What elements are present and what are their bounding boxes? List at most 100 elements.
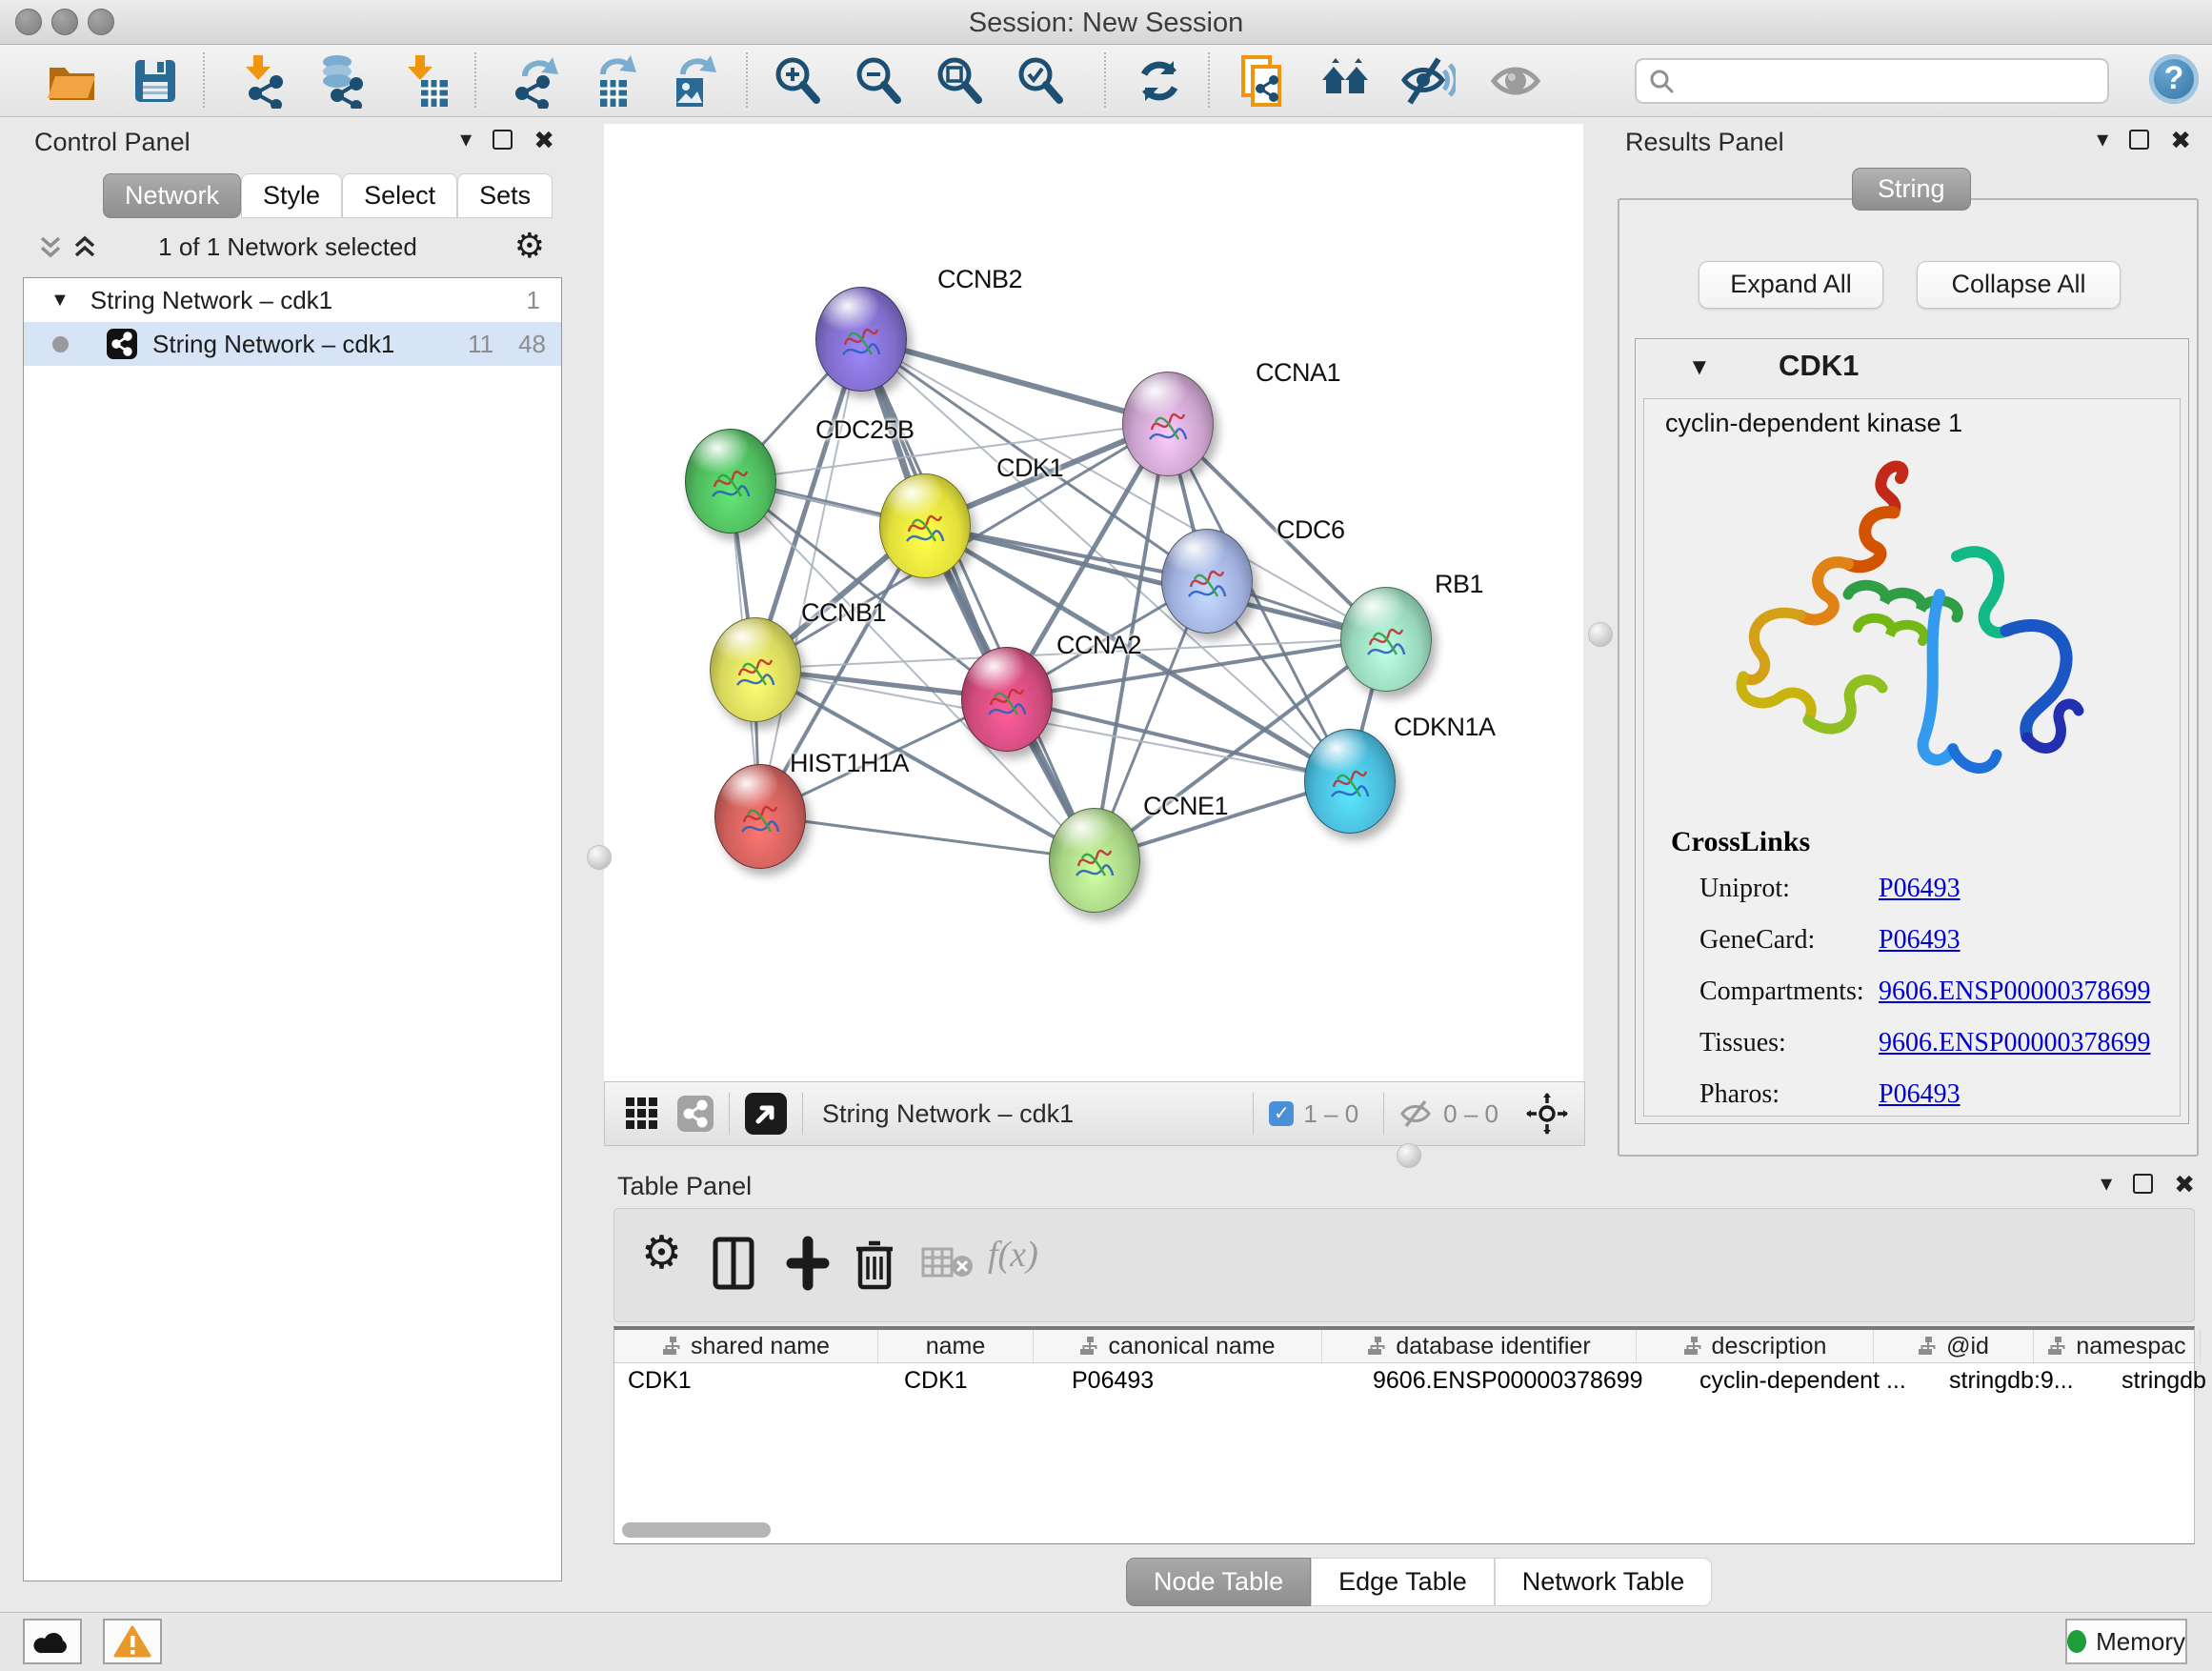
table-cell[interactable]: cyclin-dependent ... [1686,1363,1936,1398]
export-table-icon[interactable] [587,53,642,109]
save-session-icon[interactable] [128,53,183,109]
birdseye-view-icon[interactable] [745,1093,787,1135]
refresh-icon[interactable] [1132,53,1187,109]
node-CCNB1[interactable] [710,617,801,722]
close-panel-icon[interactable]: ✖ [2174,1175,2195,1194]
float-panel-icon[interactable] [2129,130,2149,150]
node-CDC6[interactable] [1161,529,1253,634]
edge-HIST1H1A-CCNE1[interactable] [759,815,1094,859]
import-network-icon[interactable] [234,53,290,109]
fit-selected-crosshair-icon[interactable] [1525,1092,1569,1136]
bottom-splitter-handle[interactable] [1397,1143,1421,1168]
hide-panels-icon[interactable] [1400,53,1456,109]
zoom-fit-icon[interactable] [932,53,987,109]
add-row-icon[interactable] [784,1236,832,1291]
network-row[interactable]: String Network – cdk1 11 48 [24,322,561,366]
grid-view-icon[interactable] [624,1096,660,1132]
network-canvas[interactable]: CCNB2CCNA1CDC25BCDK1CDC6RB1CCNB1CCNA2CDK… [604,124,1583,1081]
warning-icon [113,1625,151,1658]
crosslink-link[interactable]: 9606.ENSP00000378699 [1879,976,2150,1007]
node-HIST1H1A[interactable] [714,764,806,869]
tab-style[interactable]: Style [241,173,342,218]
crosslink-link[interactable]: 9606.ENSP00000378699 [1879,1028,2150,1058]
table-cell[interactable]: CDK1 [614,1363,891,1398]
zoom-out-icon[interactable] [851,53,906,109]
column-header-canonical-name[interactable]: canonical name [1034,1330,1322,1362]
left-splitter-handle[interactable] [587,845,612,870]
search-input[interactable] [1635,58,2109,104]
tab-network-table[interactable]: Network Table [1495,1558,1713,1606]
column-header-database-identifier[interactable]: database identifier [1322,1330,1637,1362]
memory-button[interactable]: Memory [2065,1619,2187,1664]
collection-label: String Network – cdk1 [90,286,332,315]
column-header-description[interactable]: description [1637,1330,1874,1362]
column-header-@id[interactable]: @id [1874,1330,2034,1362]
string-home-icon[interactable] [1318,53,1374,109]
float-panel-icon[interactable] [2133,1174,2153,1194]
float-panel-icon[interactable] [493,130,513,150]
delete-trash-icon[interactable] [853,1236,896,1291]
node-CDC25B[interactable] [685,429,776,534]
tab-network[interactable]: Network [103,173,241,218]
warnings-button[interactable] [103,1619,162,1664]
tab-edge-table[interactable]: Edge Table [1311,1558,1495,1606]
network-options-gear-icon[interactable]: ⚙ [514,227,545,266]
zoom-in-icon[interactable] [770,53,825,109]
gene-card-header[interactable]: ▼ CDK1 [1636,339,2188,394]
table-options-gear-icon[interactable]: ⚙ [641,1226,682,1279]
cloud-status-button[interactable] [23,1619,82,1664]
node-CCNE1[interactable] [1049,808,1140,913]
node-CCNA1[interactable] [1122,372,1214,476]
crosslink-link[interactable]: P06493 [1879,925,1961,956]
crosslink-link[interactable]: P06493 [1879,874,1961,904]
table-panel-tabs: Node TableEdge TableNetwork Table [1126,1558,1712,1606]
table-cell[interactable]: CDK1 [891,1363,1058,1398]
node-CCNB2[interactable] [815,287,907,392]
table-cell[interactable]: stringdb:9... [1936,1363,2108,1398]
close-panel-icon[interactable]: ✖ [533,131,554,150]
horizontal-scrollbar-thumb[interactable] [622,1522,771,1538]
tab-select[interactable]: Select [342,173,457,218]
column-header-name[interactable]: name [878,1330,1034,1362]
close-panel-icon[interactable]: ✖ [2170,131,2191,150]
footer-separator [1253,1093,1254,1135]
tab-sets[interactable]: Sets [457,173,553,218]
protein-structure-image [1705,452,2096,814]
column-header-namespac[interactable]: namespac [2034,1330,2201,1362]
insert-column-icon[interactable] [710,1236,757,1291]
column-header-shared-name[interactable]: shared name [614,1330,878,1362]
help-icon[interactable]: ? [2149,54,2199,104]
panel-menu-icon[interactable]: ▾ [2097,131,2108,150]
panel-menu-icon[interactable]: ▾ [2101,1175,2112,1194]
selected-checkbox-icon[interactable]: ✓ [1269,1101,1294,1126]
zoom-selected-icon[interactable] [1013,53,1068,109]
tab-node-table[interactable]: Node Table [1126,1558,1311,1606]
node-CDK1[interactable] [879,473,971,578]
show-eye-icon[interactable] [1488,53,1543,109]
table-cell[interactable]: 9606.ENSP00000378699 [1359,1363,1686,1398]
right-splitter-handle[interactable] [1588,622,1613,647]
network-view-icon[interactable] [677,1096,714,1132]
node-CCNA2[interactable] [961,647,1053,752]
panel-menu-icon[interactable]: ▾ [460,131,472,150]
node-CDKN1A[interactable] [1304,729,1396,834]
table-row[interactable]: CDK1CDK1P064939606.ENSP00000378699cyclin… [614,1363,2194,1398]
expand-all-button[interactable]: Expand All [1699,261,1883,309]
table-cell[interactable]: stringdb [2108,1363,2212,1398]
network-collection-row[interactable]: ▼ String Network – cdk1 1 [24,278,561,322]
import-database-icon[interactable] [312,53,368,109]
table-cell[interactable]: P06493 [1058,1363,1359,1398]
collapse-all-button[interactable]: Collapse All [1917,261,2121,309]
edge-CCNB2-HIST1H1A[interactable] [759,338,860,815]
export-network-icon[interactable] [509,53,564,109]
collapse-gene-icon[interactable]: ▼ [1688,354,1711,381]
tab-string[interactable]: String [1852,168,1971,211]
open-file-icon[interactable] [44,53,99,109]
import-table-icon[interactable] [396,53,452,109]
node-RB1[interactable] [1340,587,1432,692]
current-network-dot-icon [52,336,69,352]
export-image-icon[interactable] [665,53,720,109]
collection-expand-icon[interactable]: ▼ [50,290,70,312]
open-session-doc-icon[interactable] [1236,53,1291,109]
crosslink-link[interactable]: P06493 [1879,1079,1961,1110]
